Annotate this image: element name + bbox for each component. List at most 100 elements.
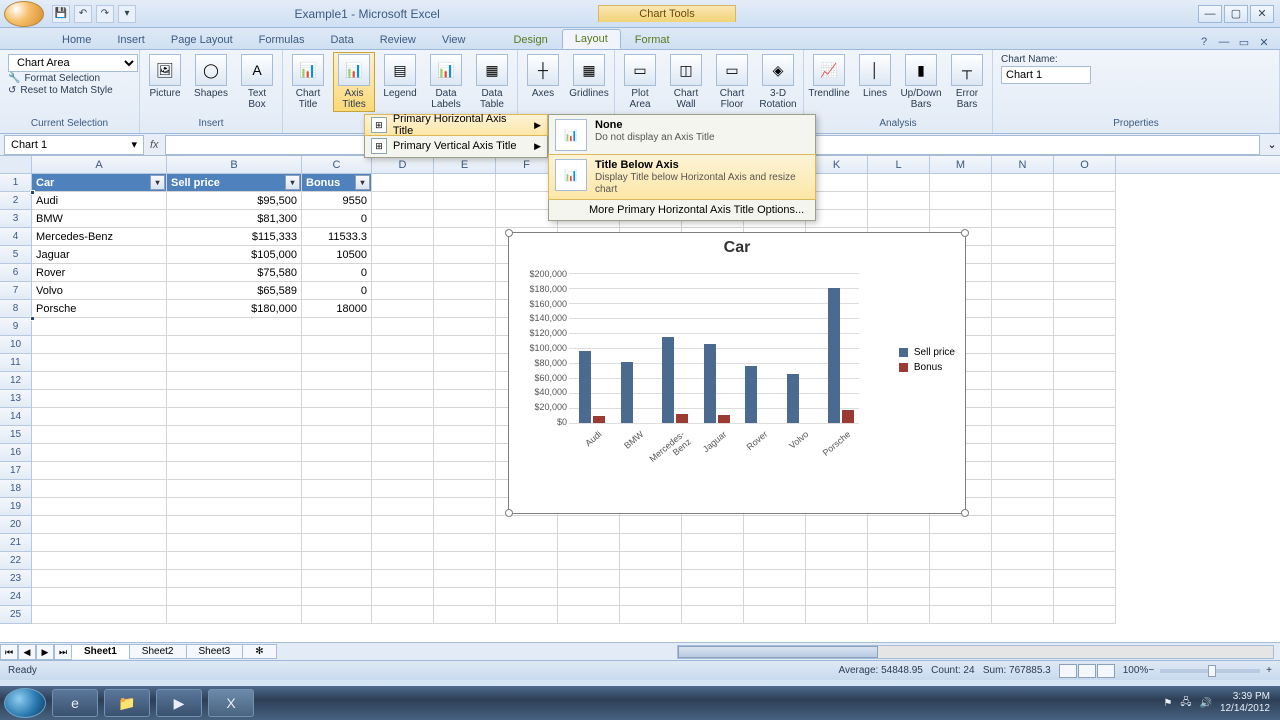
row-header[interactable]: 8	[0, 300, 32, 318]
cell[interactable]	[992, 444, 1054, 462]
cell[interactable]	[1054, 264, 1116, 282]
undo-icon[interactable]: ↶	[74, 5, 92, 23]
selection-handle[interactable]	[30, 316, 35, 321]
chart-title-button[interactable]: 📊Chart Title	[287, 52, 329, 112]
cell[interactable]	[496, 516, 558, 534]
cell[interactable]	[372, 246, 434, 264]
cell[interactable]: $95,500	[167, 192, 302, 210]
chart-bar[interactable]	[787, 374, 799, 423]
cell[interactable]	[372, 588, 434, 606]
cell[interactable]	[167, 570, 302, 588]
cell[interactable]	[302, 570, 372, 588]
chart-bar[interactable]	[676, 414, 688, 423]
cell[interactable]	[32, 354, 167, 372]
cell[interactable]	[930, 570, 992, 588]
view-page-layout-button[interactable]	[1078, 664, 1096, 678]
cell[interactable]	[302, 480, 372, 498]
cell[interactable]	[434, 246, 496, 264]
sheet-nav-next[interactable]: ▶	[36, 644, 54, 660]
cell[interactable]	[1054, 228, 1116, 246]
cell[interactable]	[302, 426, 372, 444]
cell[interactable]	[1054, 462, 1116, 480]
cell[interactable]	[1054, 480, 1116, 498]
cell[interactable]	[302, 318, 372, 336]
cell[interactable]	[167, 516, 302, 534]
cell[interactable]	[930, 174, 992, 192]
chart-bar[interactable]	[828, 288, 840, 423]
taskbar-excel[interactable]: X	[208, 689, 254, 717]
tray-flag-icon[interactable]: ⚑	[1163, 698, 1172, 709]
chart-bar[interactable]	[579, 351, 591, 423]
cell[interactable]	[434, 192, 496, 210]
cell[interactable]	[32, 372, 167, 390]
cell[interactable]	[620, 606, 682, 624]
trendline-button[interactable]: 📈Trendline	[808, 52, 850, 101]
row-header[interactable]: 15	[0, 426, 32, 444]
column-header[interactable]: D	[372, 156, 434, 173]
row-header[interactable]: 14	[0, 408, 32, 426]
cell[interactable]	[744, 606, 806, 624]
row-header[interactable]: 12	[0, 372, 32, 390]
cell[interactable]	[302, 462, 372, 480]
cell[interactable]	[434, 210, 496, 228]
cell[interactable]	[868, 570, 930, 588]
cell[interactable]	[930, 534, 992, 552]
cell[interactable]	[434, 426, 496, 444]
cell[interactable]	[930, 210, 992, 228]
cell[interactable]	[372, 534, 434, 552]
cell[interactable]	[32, 318, 167, 336]
cell[interactable]	[32, 444, 167, 462]
worksheet-grid[interactable]: ABCDEFGHIJKLMNO 1Car▾Sell price▾Bonus▾2A…	[0, 156, 1280, 642]
row-header[interactable]: 3	[0, 210, 32, 228]
axes-button[interactable]: ┼Axes	[522, 52, 564, 101]
row-header[interactable]: 17	[0, 462, 32, 480]
cell[interactable]	[1054, 192, 1116, 210]
row-header[interactable]: 22	[0, 552, 32, 570]
cell[interactable]	[682, 552, 744, 570]
cell[interactable]	[167, 606, 302, 624]
cell[interactable]: Car▾	[32, 174, 167, 192]
cell[interactable]	[1054, 606, 1116, 624]
cell[interactable]	[32, 390, 167, 408]
cell[interactable]	[1054, 408, 1116, 426]
name-box[interactable]: Chart 1▾	[4, 135, 144, 155]
cell[interactable]	[992, 282, 1054, 300]
row-header[interactable]: 23	[0, 570, 32, 588]
tab-formulas[interactable]: Formulas	[247, 31, 317, 49]
column-header[interactable]: N	[992, 156, 1054, 173]
cell[interactable]	[992, 318, 1054, 336]
sheet-nav-last[interactable]: ⏭	[54, 644, 72, 660]
cell[interactable]	[167, 372, 302, 390]
cell[interactable]: Volvo	[32, 282, 167, 300]
chart-title[interactable]: Car	[509, 239, 965, 257]
cell[interactable]: 0	[302, 264, 372, 282]
row-header[interactable]: 7	[0, 282, 32, 300]
cell[interactable]	[992, 192, 1054, 210]
tab-view[interactable]: View	[430, 31, 478, 49]
legend-button[interactable]: ▤Legend	[379, 52, 421, 101]
cell[interactable]	[868, 192, 930, 210]
column-header[interactable]: M	[930, 156, 992, 173]
cell[interactable]	[1054, 390, 1116, 408]
cell[interactable]	[32, 552, 167, 570]
row-header[interactable]: 6	[0, 264, 32, 282]
row-header[interactable]: 20	[0, 516, 32, 534]
cell[interactable]	[930, 516, 992, 534]
cell[interactable]	[372, 336, 434, 354]
cell[interactable]	[992, 300, 1054, 318]
zoom-slider[interactable]	[1160, 669, 1260, 673]
chart-bar[interactable]	[718, 415, 730, 423]
cell[interactable]	[1054, 282, 1116, 300]
cell[interactable]	[558, 534, 620, 552]
cell[interactable]	[992, 498, 1054, 516]
reset-style-button[interactable]: ↺ Reset to Match Style	[8, 85, 113, 96]
cell[interactable]	[1054, 174, 1116, 192]
doc-minimize-icon[interactable]: —	[1216, 35, 1232, 49]
cell[interactable]	[32, 498, 167, 516]
cell[interactable]	[1054, 498, 1116, 516]
cell[interactable]	[302, 516, 372, 534]
cell[interactable]	[372, 282, 434, 300]
filter-icon[interactable]: ▾	[285, 175, 300, 190]
cell[interactable]	[302, 408, 372, 426]
cell[interactable]	[167, 534, 302, 552]
